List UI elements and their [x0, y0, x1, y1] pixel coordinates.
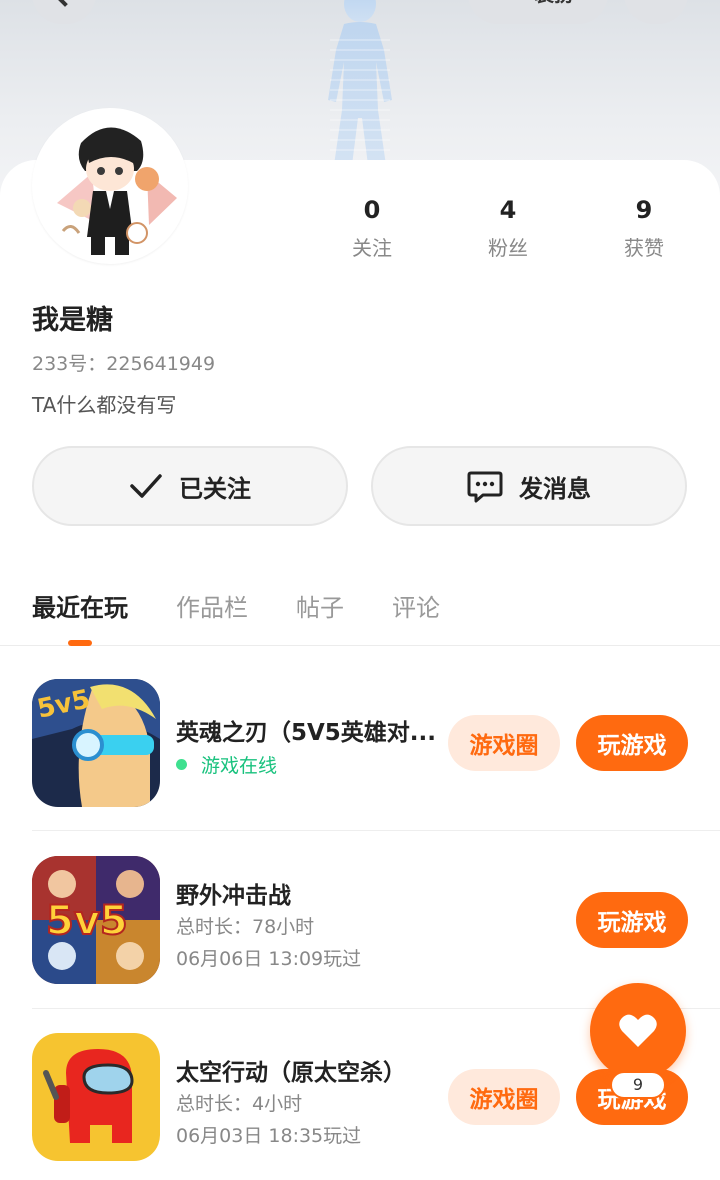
avatar-illustration [37, 113, 183, 259]
more-button[interactable] [624, 0, 688, 24]
user-name: 我是糖 [32, 305, 113, 336]
following-label: 关注 [352, 236, 392, 260]
stat-likes[interactable]: 9 获赞 [594, 196, 694, 261]
game-icon: 5v5 [32, 856, 160, 984]
back-button[interactable] [32, 0, 96, 24]
stat-followers[interactable]: 4 粉丝 [458, 196, 558, 261]
like-button[interactable] [590, 983, 686, 1079]
followers-count: 4 [499, 196, 517, 224]
avatar[interactable] [32, 108, 188, 264]
send-message-label: 发消息 [519, 474, 591, 503]
heart-icon [619, 1014, 657, 1047]
game-play-duration: 总时长：78小时 [176, 916, 315, 938]
svg-text:5v5: 5v5 [46, 898, 128, 944]
game-icon [32, 1033, 160, 1161]
game-title: 英魂之刃（5V5英雄对... [176, 720, 437, 746]
dress-up-button[interactable]: 装扮 [468, 0, 608, 24]
stat-following[interactable]: 0 关注 [322, 196, 422, 261]
game-online-label: 游戏在线 [201, 755, 278, 777]
send-message-button[interactable]: 发消息 [371, 446, 687, 526]
play-game-button[interactable]: 玩游戏 [576, 715, 688, 771]
game-row[interactable]: 5v5 野外冲击战 总时长：78小时 06月06日 13:09玩过 玩游戏 [32, 856, 720, 1009]
game-icon: 5v5 [32, 679, 160, 807]
game-circle-button[interactable]: 游戏圈 [448, 1069, 560, 1125]
game-play-duration: 总时长：4小时 [176, 1093, 303, 1115]
followers-label: 粉丝 [488, 236, 528, 260]
following-button-label: 已关注 [179, 474, 251, 503]
back-arrow-icon [55, 0, 75, 7]
tab-works[interactable]: 作品栏 [176, 588, 248, 623]
tab-posts[interactable]: 帖子 [296, 588, 344, 623]
game-last-played: 06月06日 13:09玩过 [176, 948, 362, 970]
online-dot-icon [176, 759, 187, 770]
game-title: 太空行动（原太空杀） [176, 1060, 406, 1086]
active-tab-indicator [68, 640, 92, 646]
like-count-badge: 9 [610, 1071, 666, 1099]
avatar-figure-image [328, 0, 392, 165]
following-count: 0 [363, 196, 381, 224]
profile-tabs: 最近在玩 作品栏 帖子 评论 [0, 580, 720, 646]
likes-label: 获赞 [624, 236, 664, 260]
game-title: 野外冲击战 [176, 883, 291, 909]
game-last-played: 06月03日 18:35玩过 [176, 1125, 362, 1147]
play-game-button[interactable]: 玩游戏 [576, 892, 688, 948]
tab-comments[interactable]: 评论 [392, 588, 440, 623]
tab-recently-played[interactable]: 最近在玩 [32, 588, 128, 623]
game-online-status: 游戏在线 [176, 751, 277, 778]
row-divider [32, 830, 720, 831]
user-bio: TA什么都没有写 [32, 393, 177, 417]
following-button[interactable]: 已关注 [32, 446, 348, 526]
game-row[interactable]: 5v5 英魂之刃（5V5英雄对... 游戏在线 游戏圈 玩游戏 [32, 679, 720, 831]
game-circle-button[interactable]: 游戏圈 [448, 715, 560, 771]
likes-count: 9 [635, 196, 653, 224]
dress-up-label: 装扮 [534, 0, 574, 7]
user-id: 233号：225641949 [32, 353, 216, 375]
message-bubble-icon [467, 471, 503, 503]
checkmark-icon [130, 474, 162, 498]
